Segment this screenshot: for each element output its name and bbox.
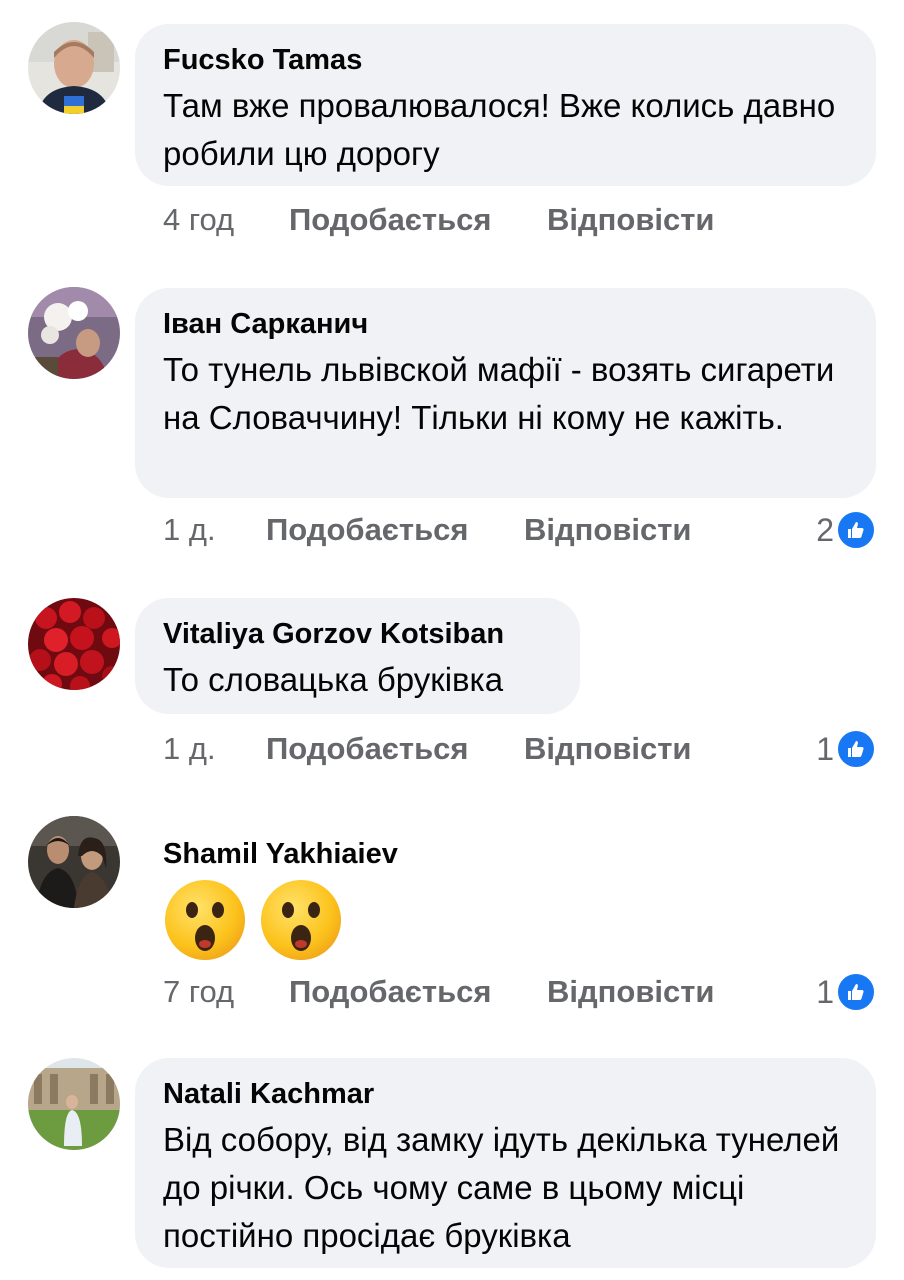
avatar-photo bbox=[28, 22, 120, 114]
comment-actions: 1 д. Подобається Відповісти 2 bbox=[163, 508, 876, 552]
comment-actions: 4 год Подобається Відповісти bbox=[163, 198, 876, 242]
like-button[interactable]: Подобається bbox=[266, 727, 469, 771]
comment-author[interactable]: Vitaliya Gorzov Kotsiban bbox=[163, 616, 552, 652]
surprised-face-icon bbox=[261, 880, 341, 960]
like-button[interactable]: Подобається bbox=[266, 508, 469, 552]
comment-actions: 7 год Подобається Відповісти 1 bbox=[163, 970, 876, 1014]
reaction-summary[interactable]: 1 bbox=[816, 970, 876, 1014]
reply-button[interactable]: Відповісти bbox=[547, 970, 715, 1014]
comment-author[interactable]: Natali Kachmar bbox=[163, 1076, 848, 1112]
comment-bubble: Vitaliya Gorzov Kotsiban То словацька бр… bbox=[135, 598, 580, 714]
thumbs-up-icon bbox=[836, 729, 876, 769]
comment-bubble: Fucsko Tamas Там вже провалювалося! Вже … bbox=[135, 24, 876, 186]
avatar[interactable] bbox=[28, 287, 120, 379]
comment-text: То словацька бруківка bbox=[163, 661, 504, 698]
comment-actions: 1 д. Подобається Відповісти 1 bbox=[163, 727, 876, 771]
like-button[interactable]: Подобається bbox=[289, 970, 492, 1014]
comment-text: То тунель львівской мафії - возять сигар… bbox=[163, 351, 835, 436]
comment-bubble: Shamil Yakhiaiev bbox=[135, 818, 460, 968]
reaction-count: 2 bbox=[816, 512, 834, 548]
like-button[interactable]: Подобається bbox=[289, 198, 492, 242]
comment-text: Там вже провалювалося! Вже колись давно … bbox=[163, 87, 836, 172]
comment-time[interactable]: 1 д. bbox=[163, 508, 216, 552]
reaction-count: 1 bbox=[816, 974, 834, 1010]
comment-bubble: Natali Kachmar Від собору, від замку іду… bbox=[135, 1058, 876, 1268]
reaction-summary[interactable]: 1 bbox=[816, 727, 876, 771]
thumbs-up-icon bbox=[836, 972, 876, 1012]
reaction-summary[interactable]: 2 bbox=[816, 508, 876, 552]
comment-author[interactable]: Shamil Yakhiaiev bbox=[163, 836, 432, 872]
reply-button[interactable]: Відповісти bbox=[524, 508, 692, 552]
avatar-photo bbox=[28, 1058, 120, 1150]
emoji-row bbox=[163, 878, 432, 962]
reply-button[interactable]: Відповісти bbox=[524, 727, 692, 771]
avatar-photo bbox=[28, 598, 120, 690]
reaction-count: 1 bbox=[816, 731, 834, 767]
comment-author[interactable]: Fucsko Tamas bbox=[163, 42, 848, 78]
comment-time[interactable]: 1 д. bbox=[163, 727, 216, 771]
comment-time[interactable]: 4 год bbox=[163, 198, 234, 242]
comment-text: Від собору, від замку ідуть декілька тун… bbox=[163, 1121, 840, 1254]
surprised-face-icon bbox=[165, 880, 245, 960]
avatar[interactable] bbox=[28, 1058, 120, 1150]
comment-time[interactable]: 7 год bbox=[163, 970, 234, 1014]
avatar[interactable] bbox=[28, 816, 120, 908]
comment-author[interactable]: Іван Сарканич bbox=[163, 306, 848, 342]
avatar[interactable] bbox=[28, 22, 120, 114]
comment-bubble: Іван Сарканич То тунель львівской мафії … bbox=[135, 288, 876, 498]
avatar[interactable] bbox=[28, 598, 120, 690]
avatar-photo bbox=[28, 816, 120, 908]
thumbs-up-icon bbox=[836, 510, 876, 550]
avatar-photo bbox=[28, 287, 120, 379]
reply-button[interactable]: Відповісти bbox=[547, 198, 715, 242]
